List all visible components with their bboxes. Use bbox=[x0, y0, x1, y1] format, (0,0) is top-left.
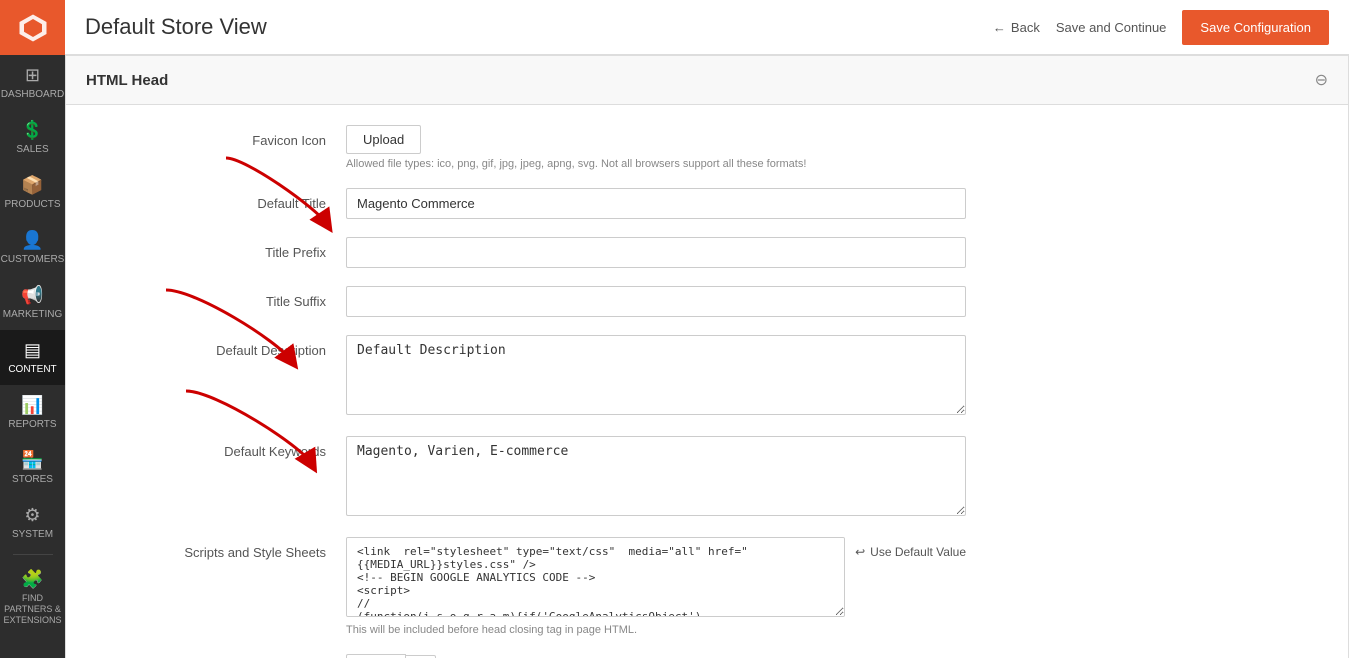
upload-button[interactable]: Upload bbox=[346, 125, 421, 154]
sidebar-item-label: SYSTEM bbox=[12, 529, 53, 540]
use-default-value[interactable]: ↩ Use Default Value bbox=[855, 537, 966, 559]
sidebar: ⊞ DASHBOARD 💲 SALES 📦 PRODUCTS 👤 CUSTOME… bbox=[0, 0, 65, 658]
default-description-control bbox=[346, 335, 966, 418]
title-prefix-label: Title Prefix bbox=[86, 237, 346, 260]
topbar-actions: ← Back Save and Continue Save Configurat… bbox=[993, 10, 1329, 45]
title-suffix-label: Title Suffix bbox=[86, 286, 346, 309]
sidebar-item-content[interactable]: ▤ CONTENT bbox=[0, 330, 65, 385]
sidebar-divider bbox=[13, 554, 53, 555]
sidebar-item-products[interactable]: 📦 PRODUCTS bbox=[0, 165, 65, 220]
sidebar-item-reports[interactable]: 📊 REPORTS bbox=[0, 385, 65, 440]
section-title: HTML Head bbox=[86, 72, 168, 89]
demo-store-row: Display Demo Store Notice No Yes ▼ bbox=[66, 654, 1348, 658]
default-keywords-label: Default Keywords bbox=[86, 436, 346, 459]
topbar: Default Store View ← Back Save and Conti… bbox=[65, 0, 1349, 55]
reports-icon: 📊 bbox=[21, 395, 43, 416]
sales-icon: 💲 bbox=[21, 120, 43, 141]
sidebar-item-stores[interactable]: 🏪 STORES bbox=[0, 440, 65, 495]
default-description-textarea[interactable] bbox=[346, 335, 966, 415]
content-area: HTML Head ⊖ Favicon Icon Upload Allowed … bbox=[65, 55, 1349, 658]
title-suffix-control bbox=[346, 286, 966, 317]
default-keywords-row: Default Keywords bbox=[66, 436, 1348, 519]
scripts-row: Scripts and Style Sheets ↩ Use Default V… bbox=[66, 537, 1348, 636]
sidebar-item-label: SALES bbox=[16, 144, 48, 155]
favicon-label: Favicon Icon bbox=[86, 125, 346, 148]
favicon-control: Upload Allowed file types: ico, png, gif… bbox=[346, 125, 966, 170]
demo-store-control: No Yes ▼ bbox=[346, 654, 966, 658]
customers-icon: 👤 bbox=[21, 230, 43, 251]
default-description-label: Default Description bbox=[86, 335, 346, 358]
default-keywords-control bbox=[346, 436, 966, 519]
sidebar-item-sales[interactable]: 💲 SALES bbox=[0, 110, 65, 165]
title-prefix-row: Title Prefix bbox=[66, 237, 1348, 268]
default-keywords-textarea[interactable] bbox=[346, 436, 966, 516]
title-prefix-input[interactable] bbox=[346, 237, 966, 268]
save-continue-button[interactable]: Save and Continue bbox=[1056, 20, 1167, 35]
sidebar-item-label: MARKETING bbox=[3, 309, 62, 320]
section-panel: HTML Head ⊖ Favicon Icon Upload Allowed … bbox=[65, 55, 1349, 658]
sidebar-item-label: CONTENT bbox=[8, 364, 56, 375]
sidebar-item-dashboard[interactable]: ⊞ DASHBOARD bbox=[0, 55, 65, 110]
favicon-row: Favicon Icon Upload Allowed file types: … bbox=[66, 125, 1348, 170]
sidebar-item-label: DASHBOARD bbox=[1, 89, 64, 100]
form-body: Favicon Icon Upload Allowed file types: … bbox=[66, 105, 1348, 658]
back-arrow-icon: ← bbox=[993, 20, 1006, 35]
use-default-icon: ↩ bbox=[855, 545, 865, 559]
default-title-row: Default Title bbox=[66, 188, 1348, 219]
select-wrap: No Yes ▼ bbox=[346, 654, 966, 658]
sidebar-item-label: REPORTS bbox=[8, 419, 56, 430]
scripts-wrap: ↩ Use Default Value bbox=[346, 537, 966, 620]
sidebar-item-customers[interactable]: 👤 CUSTOMERS bbox=[0, 220, 65, 275]
products-icon: 📦 bbox=[21, 175, 43, 196]
system-icon: ⚙ bbox=[24, 505, 40, 526]
default-title-input[interactable] bbox=[346, 188, 966, 219]
scripts-textarea[interactable] bbox=[346, 537, 845, 617]
dashboard-icon: ⊞ bbox=[25, 65, 40, 86]
section-toggle-icon[interactable]: ⊖ bbox=[1315, 70, 1328, 90]
sidebar-item-label: PRODUCTS bbox=[4, 199, 60, 210]
title-prefix-control bbox=[346, 237, 966, 268]
default-title-label: Default Title bbox=[86, 188, 346, 211]
sidebar-item-system[interactable]: ⚙ SYSTEM bbox=[0, 495, 65, 550]
back-button[interactable]: ← Back bbox=[993, 20, 1040, 35]
extensions-icon: 🧩 bbox=[21, 569, 43, 590]
stores-icon: 🏪 bbox=[21, 450, 43, 471]
page-title: Default Store View bbox=[85, 14, 267, 40]
scripts-control: ↩ Use Default Value This will be include… bbox=[346, 537, 966, 636]
sidebar-item-marketing[interactable]: 📢 MARKETING bbox=[0, 275, 65, 330]
default-description-row: Default Description bbox=[66, 335, 1348, 418]
title-suffix-row: Title Suffix bbox=[66, 286, 1348, 317]
scripts-label: Scripts and Style Sheets bbox=[86, 537, 346, 560]
marketing-icon: 📢 bbox=[21, 285, 43, 306]
title-suffix-input[interactable] bbox=[346, 286, 966, 317]
sidebar-item-label: CUSTOMERS bbox=[1, 254, 65, 265]
sidebar-item-label: STORES bbox=[12, 474, 53, 485]
content-icon: ▤ bbox=[24, 340, 41, 361]
sidebar-item-label: FIND PARTNERS & EXTENSIONS bbox=[4, 593, 62, 625]
section-header[interactable]: HTML Head ⊖ bbox=[66, 56, 1348, 105]
scripts-helper: This will be included before head closin… bbox=[346, 624, 966, 636]
demo-store-label: Display Demo Store Notice bbox=[86, 654, 346, 658]
save-config-button[interactable]: Save Configuration bbox=[1182, 10, 1329, 45]
default-title-control bbox=[346, 188, 966, 219]
sidebar-item-find-partners[interactable]: 🧩 FIND PARTNERS & EXTENSIONS bbox=[0, 559, 65, 635]
favicon-helper: Allowed file types: ico, png, gif, jpg, … bbox=[346, 158, 966, 170]
scripts-textarea-container bbox=[346, 537, 845, 620]
main-content: Default Store View ← Back Save and Conti… bbox=[65, 0, 1349, 658]
sidebar-logo[interactable] bbox=[0, 0, 65, 55]
demo-store-select[interactable]: No Yes bbox=[346, 654, 406, 658]
